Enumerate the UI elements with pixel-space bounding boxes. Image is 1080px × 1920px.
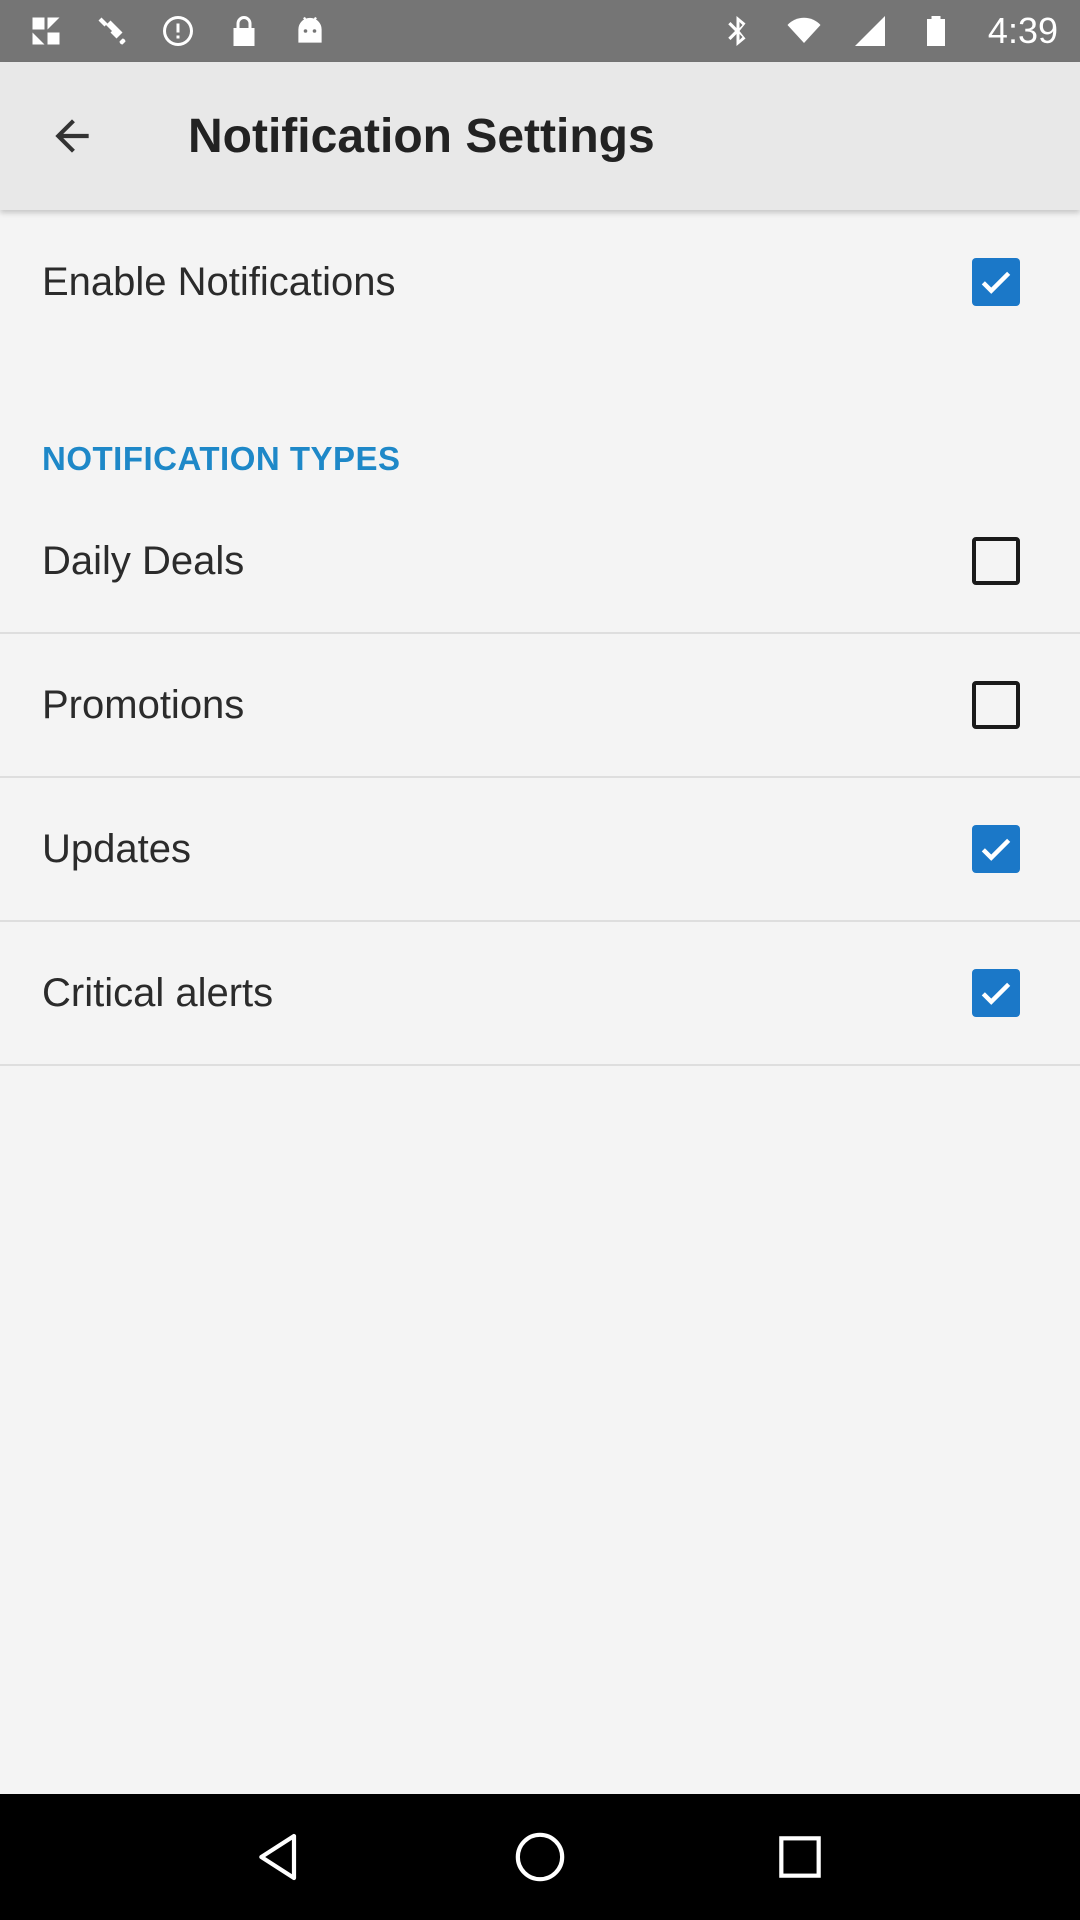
sync-icon: [158, 11, 198, 51]
check-icon: [981, 982, 1011, 1005]
satellite-icon: [92, 11, 132, 51]
arrow-back-icon: [55, 119, 89, 153]
navigation-bar: [0, 1794, 1080, 1920]
home-circle-icon: [515, 1832, 565, 1882]
section-header-notification-types: NOTIFICATION TYPES: [42, 440, 401, 477]
daily-deals-row[interactable]: Daily Deals: [0, 490, 1080, 634]
bluetooth-icon: [718, 11, 758, 51]
battery-icon: [916, 11, 956, 51]
updates-checkbox[interactable]: [972, 825, 1020, 873]
updates-row[interactable]: Updates: [0, 778, 1080, 922]
settings-list: Enable Notifications NOTIFICATION TYPES …: [0, 210, 1080, 1066]
daily-deals-label: Daily Deals: [42, 538, 245, 583]
enable-notifications-row[interactable]: Enable Notifications: [0, 210, 1080, 354]
daily-deals-checkbox[interactable]: [972, 537, 1020, 585]
back-triangle-icon: [259, 1833, 297, 1881]
status-right-icons: 4:39: [718, 10, 1058, 52]
critical-alerts-row[interactable]: Critical alerts: [0, 922, 1080, 1066]
promotions-checkbox[interactable]: [972, 681, 1020, 729]
critical-alerts-checkbox[interactable]: [972, 969, 1020, 1017]
wifi-icon: [784, 11, 824, 51]
promotions-row[interactable]: Promotions: [0, 634, 1080, 778]
enable-notifications-checkbox[interactable]: [972, 258, 1020, 306]
status-bar: 4:39: [0, 0, 1080, 62]
promotions-label: Promotions: [42, 682, 245, 727]
fake-gps-icon: [26, 11, 66, 51]
status-left-icons: [26, 11, 330, 51]
critical-alerts-label: Critical alerts: [42, 970, 274, 1015]
page-title: Notification Settings: [188, 109, 655, 163]
nav-recents-button[interactable]: [760, 1817, 840, 1897]
status-time: 4:39: [987, 10, 1058, 51]
lock-icon: [224, 11, 264, 51]
back-button[interactable]: [22, 86, 122, 186]
nav-home-button[interactable]: [500, 1817, 580, 1897]
check-icon: [981, 271, 1011, 294]
app-bar: Notification Settings: [0, 62, 1080, 210]
updates-label: Updates: [42, 826, 191, 871]
nav-back-button[interactable]: [240, 1817, 320, 1897]
recents-square-icon: [779, 1836, 821, 1878]
android-icon: [290, 11, 330, 51]
check-icon: [981, 838, 1011, 861]
enable-notifications-label: Enable Notifications: [42, 259, 396, 304]
signal-icon: [850, 11, 890, 51]
